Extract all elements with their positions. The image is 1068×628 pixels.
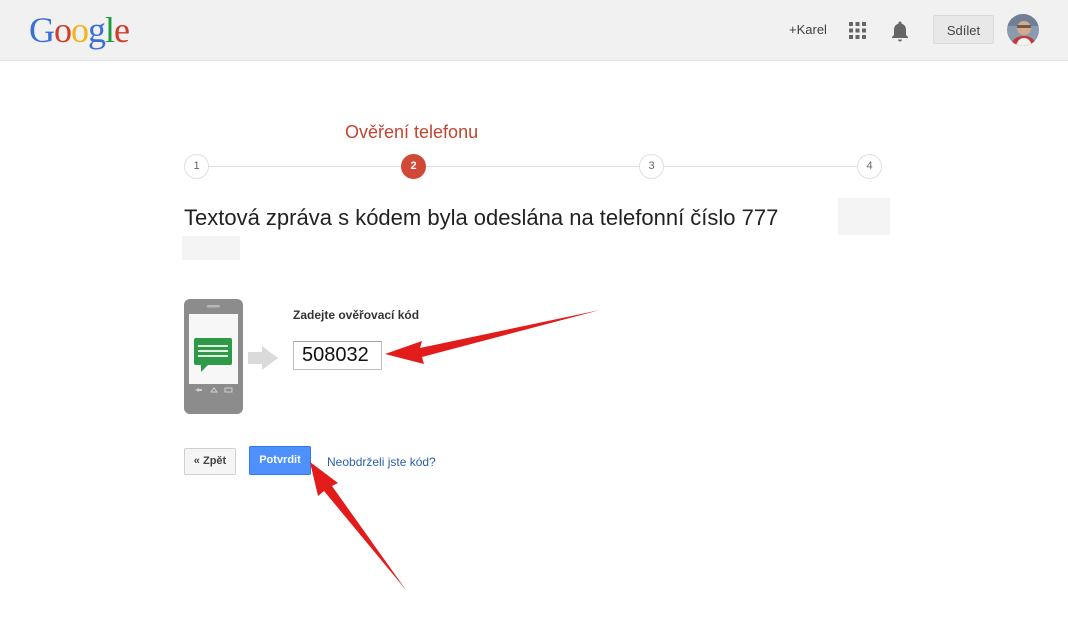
apps-icon[interactable]	[849, 22, 866, 39]
avatar-image	[1007, 14, 1039, 46]
plus-user-link[interactable]: +Karel	[789, 22, 827, 37]
share-button[interactable]: Sdílet	[933, 15, 994, 44]
google-logo[interactable]: Google	[29, 10, 130, 50]
progress-line	[197, 166, 871, 167]
redacted-phone-part	[838, 198, 890, 235]
step-3: 3	[639, 154, 664, 179]
arrow-to-confirm-button-icon	[310, 462, 406, 590]
confirm-button[interactable]: Potvrdit	[249, 446, 311, 475]
code-label: Zadejte ověřovací kód	[293, 308, 420, 322]
current-step-title: Ověření telefonu	[345, 122, 479, 142]
step-1: 1	[184, 154, 209, 179]
verification-code-input[interactable]	[293, 341, 382, 370]
phone-sms-illustration-icon	[184, 299, 278, 414]
sms-sent-headline: Textová zpráva s kódem byla odeslána na …	[184, 205, 779, 230]
back-button[interactable]: « Zpět	[184, 448, 236, 475]
redacted-phone-part-2	[182, 236, 240, 260]
step-4: 4	[857, 154, 882, 179]
annotation-arrows	[310, 310, 600, 590]
step-2-active: 2	[401, 154, 426, 179]
top-bar: Google +Karel Sdílet	[0, 0, 1068, 61]
avatar[interactable]	[1007, 14, 1039, 46]
notifications-bell-icon[interactable]	[890, 20, 910, 42]
code-not-received-link[interactable]: Neobdrželi jste kód?	[327, 455, 436, 469]
